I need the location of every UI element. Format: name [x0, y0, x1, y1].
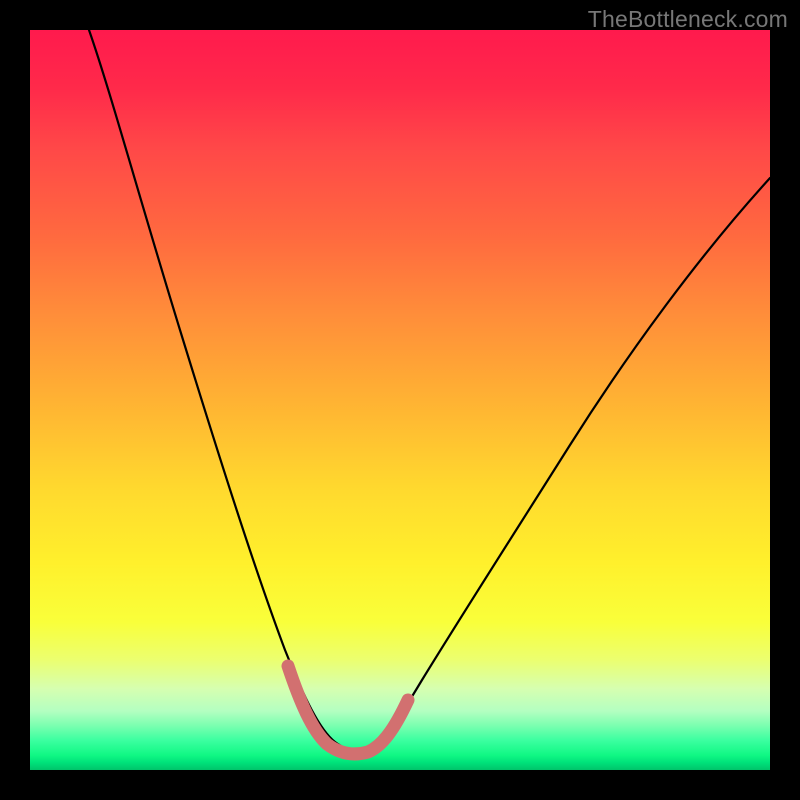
watermark-text: TheBottleneck.com [588, 6, 788, 33]
plot-area [30, 30, 770, 770]
chart-frame: TheBottleneck.com [0, 0, 800, 800]
bottleneck-curve [89, 30, 770, 751]
optimal-highlight [288, 666, 408, 754]
curve-layer [30, 30, 770, 770]
